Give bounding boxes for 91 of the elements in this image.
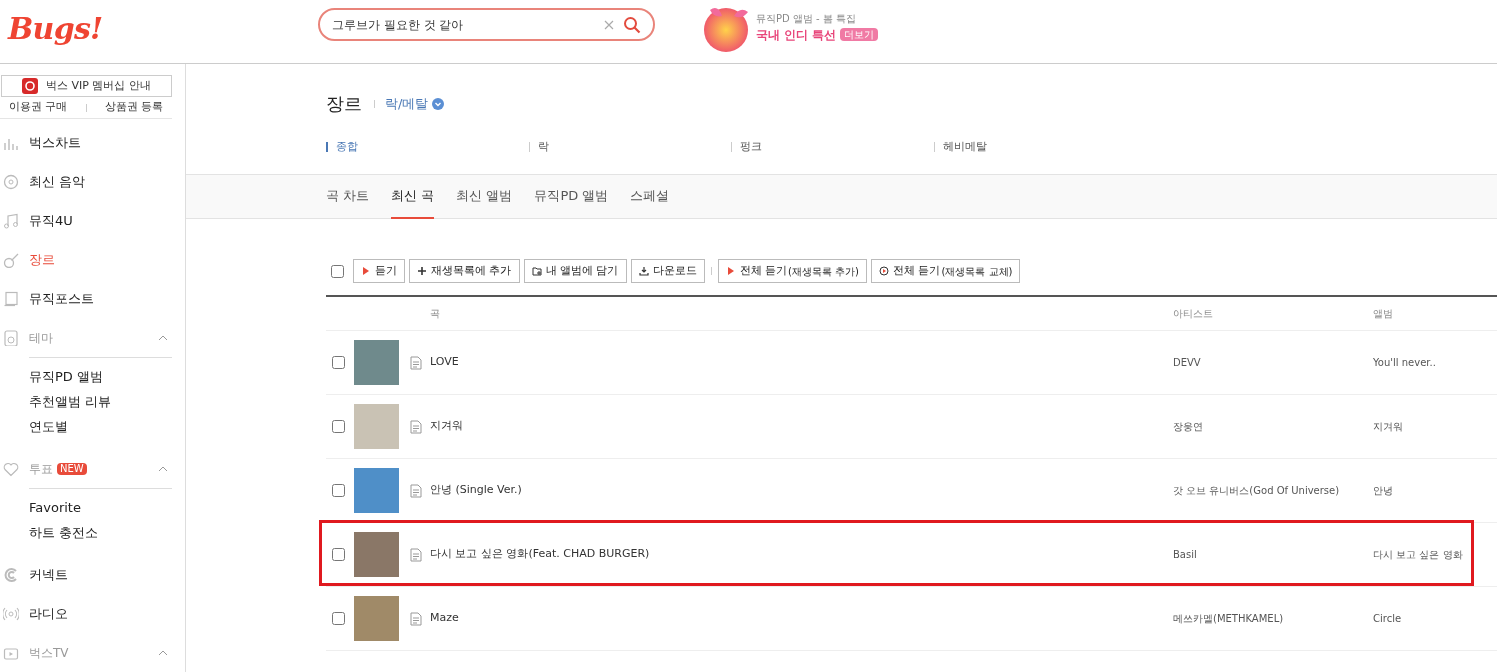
row-checkbox[interactable] — [332, 420, 345, 433]
artist-name[interactable]: 장웅연 — [1173, 419, 1373, 434]
logo[interactable]: Bugs! — [8, 6, 103, 51]
subgenre-tab[interactable]: 헤비메탈 — [942, 139, 987, 156]
toolbar-button[interactable]: 재생목록에 추가 — [409, 259, 520, 283]
folder-plus-icon — [531, 266, 542, 276]
album-cover-placeholder — [354, 340, 399, 385]
lyrics-document-icon — [409, 483, 423, 498]
row-checkbox[interactable] — [332, 548, 345, 561]
lyrics-document-icon — [409, 611, 423, 626]
search-field[interactable]: 그루브가 필요한 것 같아 — [318, 8, 655, 41]
lyrics-document-icon — [409, 419, 423, 434]
search-icon — [623, 15, 641, 34]
clear-icon — [603, 18, 615, 31]
album-name[interactable]: 지겨워 — [1373, 419, 1497, 434]
sidebar-link[interactable]: 이용권 구매 — [9, 99, 68, 116]
song-title[interactable]: 다시 보고 싶은 영화(Feat. CHAD BURGER) — [430, 546, 1173, 563]
promo-caption: 뮤직PD 앨범 - 봄 특집 — [756, 11, 858, 26]
album-cover-placeholder — [354, 468, 399, 513]
artist-name[interactable]: 메쓰카멜(METHKAMEL) — [1173, 611, 1373, 626]
album-cover-placeholder — [354, 404, 399, 449]
song-title[interactable]: Maze — [430, 610, 1173, 627]
column-header: 아티스트 — [1173, 307, 1214, 321]
vip-icon — [22, 78, 39, 95]
sidebar-link[interactable]: 상품권 등록 — [104, 99, 163, 116]
album-name[interactable]: 안녕 — [1373, 483, 1497, 498]
new-badge: NEW — [57, 462, 87, 475]
play-icon — [725, 266, 736, 276]
c-shape-icon — [3, 566, 19, 583]
select-all-checkbox[interactable] — [331, 264, 344, 278]
sidebar-section-title: 벅스TV — [29, 644, 69, 662]
page-title: 장르 — [326, 92, 362, 116]
tab[interactable]: 최신 곡 — [391, 175, 435, 219]
toolbar-button[interactable]: 내 앨범에 담기 — [523, 259, 627, 283]
vip-membership-button[interactable]: 벅스 VIP 멤버십 안내 — [1, 75, 172, 98]
disc-icon — [3, 173, 19, 190]
subgenre-tab[interactable]: 펑크 — [740, 139, 762, 156]
chevron-down-icon — [432, 97, 445, 110]
album-name[interactable]: Circle — [1373, 611, 1497, 626]
song-title[interactable]: 안녕 (Single Ver.) — [430, 482, 1173, 499]
toolbar-button[interactable]: 다운로드 — [630, 259, 705, 283]
sidebar-section-title: 테마 — [29, 329, 53, 347]
album-name[interactable]: 다시 보고 싶은 영화 — [1373, 547, 1497, 562]
row-checkbox[interactable] — [332, 612, 345, 625]
sidebar-menu-item[interactable]: 라디오 — [0, 594, 185, 633]
sidebar-submenu-item[interactable]: 연도별 — [29, 414, 172, 439]
sidebar-menu-item[interactable]: 최신 음악 — [0, 162, 185, 201]
song-title[interactable]: 지겨워 — [430, 418, 1173, 435]
document-icon — [3, 290, 19, 307]
heart-icon — [3, 460, 19, 477]
subgenre-tab[interactable]: 종합 — [336, 139, 358, 156]
radio-waves-icon — [3, 605, 19, 622]
artist-name[interactable]: DEVV — [1173, 355, 1373, 370]
sidebar-submenu-item[interactable]: 추천앨범 리뷰 — [29, 389, 172, 414]
download-icon — [638, 266, 649, 276]
toolbar-button[interactable]: 전체 듣기(재생목록 교체) — [871, 259, 1021, 283]
sidebar-submenu-item[interactable]: Favorite — [29, 495, 172, 520]
sidebar-submenu-item[interactable]: 하트 충전소 — [29, 520, 172, 545]
sidebar-menu-item[interactable]: 뮤직포스트 — [0, 279, 185, 318]
lyrics-document-icon — [409, 355, 423, 370]
lyrics-document-icon — [409, 547, 423, 562]
album-cover-placeholder — [354, 532, 399, 577]
song-title[interactable]: LOVE — [430, 354, 1173, 371]
sidebar-menu-item[interactable]: 벅스차트 — [0, 123, 185, 162]
tab[interactable]: 최신 앨범 — [456, 175, 513, 219]
artist-name[interactable]: Basil — [1173, 547, 1373, 562]
toolbar-button[interactable]: 듣기 — [353, 259, 405, 283]
genre-dropdown[interactable]: 락/메탈 — [385, 93, 445, 114]
sidebar-menu-item[interactable]: 커넥트 — [0, 555, 185, 594]
column-header: 곡 — [430, 307, 441, 321]
column-header: 앨범 — [1373, 307, 1394, 321]
music-note-icon — [3, 212, 19, 229]
row-checkbox[interactable] — [332, 356, 345, 369]
play-icon — [361, 266, 371, 276]
sidebar-menu-item[interactable]: 뮤직4U — [0, 201, 185, 240]
sidebar-submenu-item[interactable]: 뮤직PD 앨범 — [29, 364, 172, 389]
tab[interactable]: 곡 차트 — [326, 175, 370, 219]
album-cover-placeholder — [354, 596, 399, 641]
sidebar-menu-item[interactable]: 장르 — [0, 240, 185, 279]
replay-icon — [879, 266, 889, 276]
row-checkbox[interactable] — [332, 484, 345, 497]
artist-name[interactable]: 갓 오브 유니버스(God Of Universe) — [1173, 483, 1373, 498]
speaker-icon — [3, 329, 19, 346]
subgenre-tab[interactable]: 락 — [537, 139, 549, 156]
album-name[interactable]: You'll never.. — [1373, 355, 1497, 370]
tab[interactable]: 스페셜 — [630, 175, 670, 219]
sidebar-section-title: 투표 — [29, 460, 53, 478]
tab[interactable]: 뮤직PD 앨범 — [534, 175, 609, 219]
toolbar-button[interactable]: 전체 듣기(재생목록 추가) — [717, 259, 867, 283]
promo-link[interactable]: 국내 인디 특선 — [756, 25, 837, 44]
plus-icon — [417, 266, 427, 276]
